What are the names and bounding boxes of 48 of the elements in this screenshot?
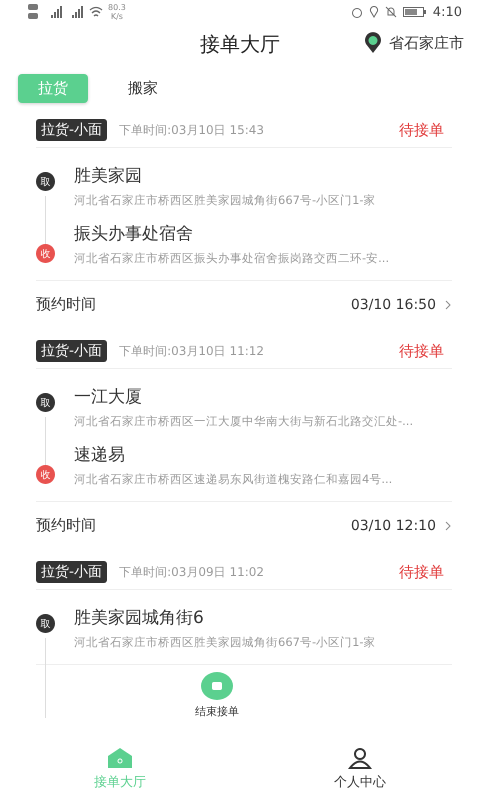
place-name: 胜美家园城角街6: [74, 607, 205, 629]
delivery-badge: 收: [36, 244, 55, 263]
order-time: 下单时间:03月10日 15:43: [119, 122, 266, 138]
wifi-icon: [89, 6, 103, 18]
home-icon: [107, 747, 133, 769]
appointment-time: 03/10 16:50: [350, 296, 436, 312]
appointment-row[interactable]: 预约时间 03/10 16:50: [36, 281, 452, 322]
category-tab[interactable]: 搬家: [108, 74, 178, 103]
battery-icon: [402, 6, 427, 18]
person-icon: [348, 747, 372, 769]
place-address: 河北省石家庄市桥西区胜美家园城角街667号-小区门1-家: [74, 635, 377, 650]
speed-unit: K/s: [110, 12, 123, 21]
city-label[interactable]: 省石家庄市: [389, 34, 464, 52]
order-status: 待接单: [399, 562, 444, 582]
location-pin-icon: [363, 32, 383, 54]
mute-icon: [384, 6, 397, 18]
place-name: 一江大厦: [74, 386, 143, 408]
order-status: 待接单: [399, 342, 444, 360]
appointment-time: 03/10 12:10: [350, 518, 436, 534]
order-type-tag: 拉货-小面: [36, 340, 108, 362]
appointment-row[interactable]: 预约时间 03/10 12:10: [36, 502, 452, 543]
order-status: 待接单: [399, 120, 444, 140]
order-type-tag: 拉货-小面: [36, 119, 108, 141]
network-speed: 80.3: [108, 3, 126, 12]
place-address: 河北省石家庄市桥西区一江大厦中华南大街与新石北路交汇处-...: [74, 414, 414, 429]
place-name: 速递易: [74, 444, 126, 466]
pickup-badge: 取: [36, 393, 55, 412]
place-address: 河北省石家庄市桥西区胜美家园城角街667号-小区门1-家: [74, 193, 377, 208]
pickup-badge: 取: [36, 614, 55, 633]
stop-icon: [211, 681, 223, 691]
order-time: 下单时间:03月09日 11:02: [119, 564, 266, 580]
order-type-tag: 拉货-小面: [36, 561, 108, 583]
end-orders-button[interactable]: 结束接单: [195, 672, 239, 719]
appointment-label: 预约时间: [36, 516, 97, 535]
location-icon: [368, 6, 379, 18]
place-address: 河北省石家庄市桥西区速递易东风街道槐安路仁和嘉园4号...: [74, 472, 394, 487]
appointment-label: 预约时间: [36, 295, 97, 314]
chevron-right-icon: [444, 520, 452, 532]
nav-tab[interactable]: 个人中心: [240, 738, 480, 800]
place-name: 胜美家园: [74, 165, 143, 187]
page-title: 接单大厅: [200, 30, 280, 58]
clock-time: 4:10: [432, 4, 462, 20]
place-address: 河北省石家庄市桥西区振头办事处宿舍振岗路交西二环-安...: [74, 251, 390, 266]
pickup-badge: 取: [36, 172, 55, 191]
delivery-badge: 收: [36, 465, 55, 484]
order-time: 下单时间:03月10日 11:12: [119, 342, 266, 360]
chevron-right-icon: [444, 298, 452, 310]
place-name: 振头办事处宿舍: [74, 223, 194, 245]
